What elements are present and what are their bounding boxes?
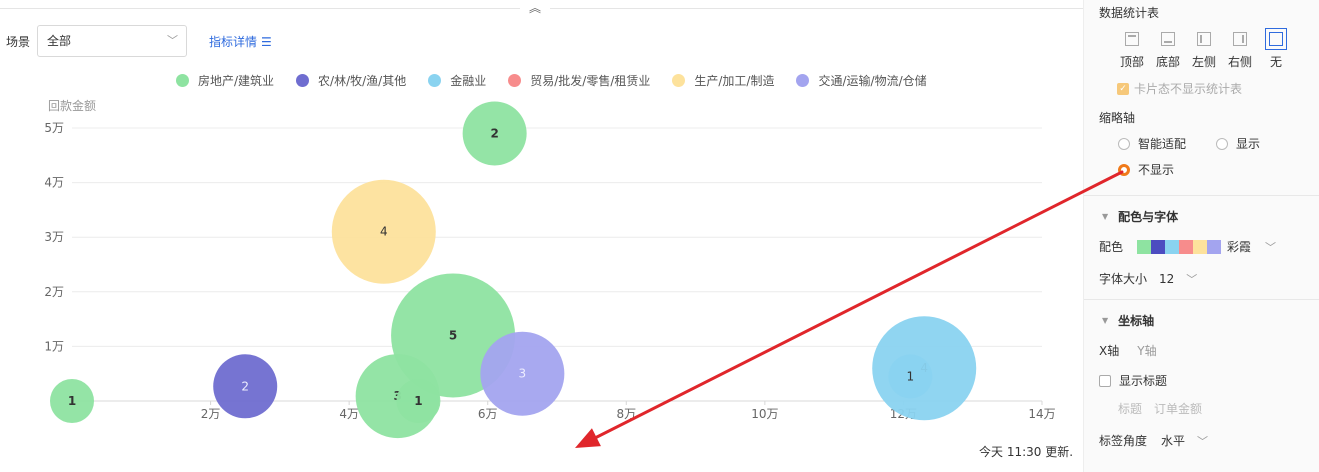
label-angle-selector[interactable]: 标签角度 水平 ﹀ [1099,432,1208,449]
palette-swatch [1165,239,1180,254]
position-label: 顶部 [1119,55,1144,69]
x-tick-label: 4万 [339,407,359,421]
position-none-button[interactable]: 无 [1258,28,1294,70]
palette-swatch [1151,239,1166,254]
radio-circle-icon [1216,137,1228,150]
chevron-down-icon: ﹀ [1186,272,1198,286]
y-tick-label: 1万 [44,339,64,353]
radio-smart-fit-label: 智能适配 [1138,137,1187,151]
card-hide-stats-checkbox[interactable]: ✓ 卡片态不显示统计表 [1117,80,1242,97]
bubble-label: 1 [907,369,915,383]
position-left-button[interactable]: 左侧 [1186,28,1222,70]
axis-title-value: 订单金额 [1154,402,1203,416]
axis-section-title: 坐标轴 [1118,314,1155,328]
position-bottom-button[interactable]: 底部 [1150,28,1186,70]
bubble-chart: 回款金额1万2万3万4万5万2万4万6万8万10万12万14万544332211… [44,98,1056,439]
palette-name: 彩霞 [1227,240,1252,254]
show-title-checkbox[interactable]: 显示标题 [1099,372,1167,389]
axis-title-row: 标题 订单金额 [1118,400,1214,417]
position-label: 无 [1269,55,1282,69]
caret-down-icon: ▼ [1102,212,1109,221]
position-label: 左侧 [1191,55,1216,69]
position-box [1121,28,1143,50]
palette-swatch [1179,239,1194,254]
palette-swatch [1207,239,1222,254]
position-none-icon [1269,32,1283,46]
font-size-label: 字体大小 [1099,272,1148,286]
y-tick-label: 4万 [44,176,64,190]
checkbox-empty-icon [1099,374,1111,387]
chevron-down-icon: ﹀ [1265,240,1277,254]
position-box [1229,28,1251,50]
bubble-label: 2 [241,379,249,393]
position-box [1265,28,1287,50]
card-hide-stats-label: 卡片态不显示统计表 [1134,82,1243,96]
stats-table-title: 数据统计表 [1099,6,1160,20]
radio-hide[interactable]: 不显示 [1118,161,1174,178]
checkbox-checked-icon: ✓ [1117,82,1129,95]
x-tick-label: 10万 [751,407,778,421]
section-divider [1084,299,1319,300]
palette-swatch [1137,239,1152,254]
radio-smart-fit[interactable]: 智能适配 [1118,135,1186,152]
thumb-axis-label: 缩略轴 [1099,111,1136,125]
radio-hide-label: 不显示 [1138,163,1175,177]
radio-circle-icon [1118,137,1130,150]
axis-title-label: 标题 [1118,402,1143,416]
palette-selector[interactable]: 配色 彩霞 ﹀ [1099,238,1276,255]
position-label: 右侧 [1227,55,1252,69]
axis-section-header[interactable]: ▼ 坐标轴 [1102,312,1154,329]
position-top-icon [1125,32,1139,46]
axis-tabs: X轴 Y轴 [1099,342,1175,359]
bubble-label: 4 [380,225,388,239]
y-axis-title: 回款金额 [48,98,96,113]
position-left-icon [1197,32,1211,46]
y-tick-label: 5万 [44,121,64,135]
position-top-button[interactable]: 顶部 [1114,28,1150,70]
bubble-label: 2 [490,126,498,140]
radio-show[interactable]: 显示 [1216,135,1260,152]
radio-show-label: 显示 [1236,137,1261,151]
font-size-value: 12 [1159,271,1175,286]
section-divider [1084,195,1319,196]
x-tick-label: 14万 [1028,407,1055,421]
stats-position-group: 顶部 底部 左侧 右侧 无 [1114,28,1294,70]
palette-swatches [1137,239,1222,254]
position-box [1193,28,1215,50]
position-box [1157,28,1179,50]
chart-area: ︽ 场景 全部 ﹀ 指标详情 ☰ 房地产/建筑业 农/林/牧/渔/其他 金融业 贸易/批… [0,0,1083,472]
font-size-selector[interactable]: 字体大小 12 ﹀ [1099,270,1197,287]
radio-checked-icon [1118,163,1130,176]
color-font-title: 配色与字体 [1118,210,1179,224]
position-bottom-icon [1161,32,1175,46]
position-label: 底部 [1155,55,1180,69]
bubble-label: 1 [68,394,76,408]
chevron-down-icon: ﹀ [1197,434,1209,448]
palette-label: 配色 [1099,240,1124,254]
update-timestamp: 今天 11:30 更新. [979,445,1074,459]
palette-swatch [1193,239,1208,254]
position-right-icon [1233,32,1247,46]
x-tick-label: 2万 [201,407,221,421]
label-angle-value: 水平 [1161,434,1186,448]
caret-down-icon: ▼ [1102,316,1109,325]
position-right-button[interactable]: 右侧 [1222,28,1258,70]
settings-panel: 数据统计表 顶部 底部 左侧 右侧无 ✓ 卡片态不显示统计表 缩略轴 智能适配 显示 … [1083,0,1319,472]
label-angle-label: 标签角度 [1099,434,1148,448]
tab-y-axis[interactable]: Y轴 [1137,342,1156,359]
bubble-label: 5 [449,328,457,342]
bubble-label: 3 [519,367,527,381]
x-tick-label: 8万 [616,407,636,421]
bubble-label: 1 [414,394,422,408]
show-title-label: 显示标题 [1119,374,1168,388]
x-tick-label: 6万 [478,407,498,421]
y-tick-label: 3万 [44,230,64,244]
tab-x-axis[interactable]: X轴 [1099,342,1119,359]
color-font-section-header[interactable]: ▼ 配色与字体 [1102,208,1178,225]
y-tick-label: 2万 [44,285,64,299]
